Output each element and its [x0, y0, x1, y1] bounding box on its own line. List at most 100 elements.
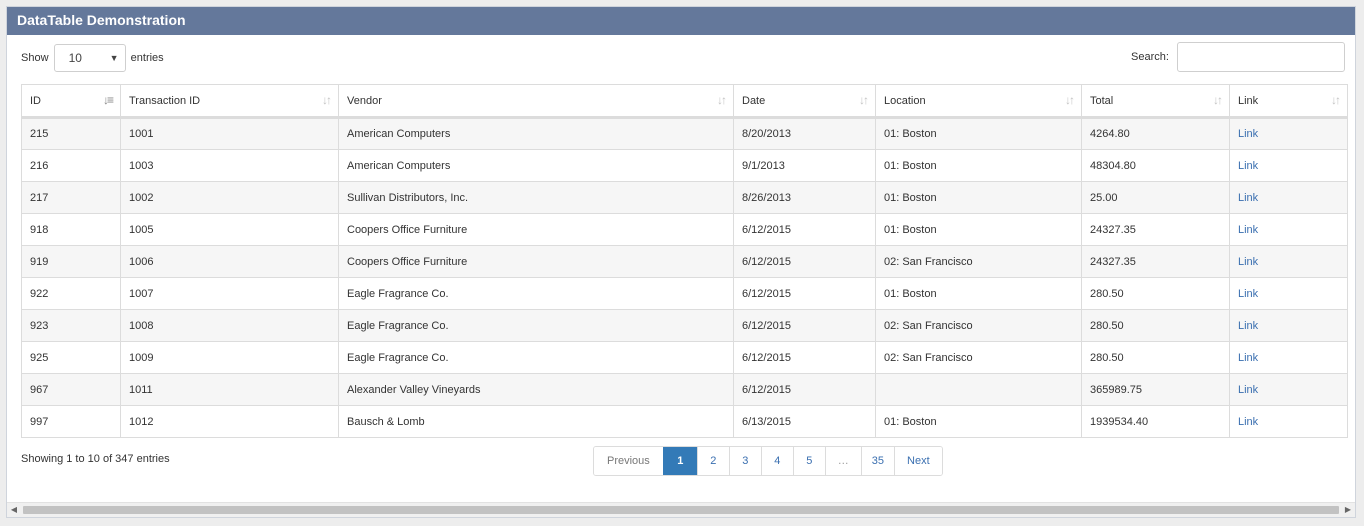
- scroll-right-icon[interactable]: ▶: [1341, 503, 1355, 517]
- page-button-2[interactable]: 2: [696, 447, 729, 475]
- cell-id: 967: [21, 373, 121, 406]
- cell-id: 215: [21, 117, 121, 150]
- row-link[interactable]: Link: [1238, 224, 1258, 236]
- page-button-1[interactable]: 1: [662, 447, 697, 475]
- cell-location: 01: Boston: [875, 213, 1082, 246]
- cell-date: 9/1/2013: [733, 149, 876, 182]
- sort-both-icon: ↓↑: [1213, 93, 1223, 107]
- cell-vendor: Eagle Fragrance Co.: [338, 309, 734, 342]
- cell-total: 24327.35: [1081, 245, 1230, 278]
- row-link[interactable]: Link: [1238, 192, 1258, 204]
- sort-both-icon: ↓↑: [859, 93, 869, 107]
- table-info: Showing 1 to 10 of 347 entries: [21, 453, 170, 465]
- column-header-label: Total: [1090, 94, 1114, 107]
- cell-total: 1939534.40: [1081, 405, 1230, 438]
- cell-transaction-id: 1008: [120, 309, 339, 342]
- row-link[interactable]: Link: [1238, 320, 1258, 332]
- cell-id: 217: [21, 181, 121, 214]
- cell-vendor: Coopers Office Furniture: [338, 245, 734, 278]
- horizontal-scrollbar[interactable]: ◀ ▶: [7, 502, 1355, 517]
- table-row: 922 1007 Eagle Fragrance Co. 6/12/2015 01: B…: [21, 277, 1348, 310]
- cell-total: 48304.80: [1081, 149, 1230, 182]
- cell-vendor: Alexander Valley Vineyards: [338, 373, 734, 406]
- cell-total: 4264.80: [1081, 117, 1230, 150]
- sort-both-icon: ↓↑: [717, 93, 727, 107]
- search-input[interactable]: [1177, 42, 1345, 73]
- table-row: 919 1006 Coopers Office Furniture 6/12/2015…: [21, 245, 1348, 278]
- cell-date: 6/12/2015: [733, 245, 876, 278]
- sort-both-icon: ↓↑: [322, 93, 332, 107]
- cell-location: 02: San Francisco: [875, 245, 1082, 278]
- column-header-link[interactable]: Link ↓↑: [1229, 84, 1348, 119]
- entries-length-select[interactable]: 10 ▼: [53, 44, 126, 73]
- page-button-last[interactable]: 35: [860, 447, 895, 475]
- row-link[interactable]: Link: [1238, 256, 1258, 268]
- column-header-label: Transaction ID: [129, 94, 201, 107]
- cell-vendor: Eagle Fragrance Co.: [338, 341, 734, 374]
- cell-link: Link: [1229, 117, 1348, 150]
- row-link[interactable]: Link: [1238, 352, 1258, 364]
- column-header-date[interactable]: Date ↓↑: [733, 84, 876, 119]
- column-header-id[interactable]: ID ↓≡: [21, 84, 121, 119]
- cell-date: 6/12/2015: [733, 373, 876, 406]
- table-row: 997 1012 Bausch & Lomb 6/13/2015 01: Boston 1…: [21, 405, 1348, 438]
- scroll-left-icon[interactable]: ◀: [7, 503, 21, 517]
- cell-location: 01: Boston: [875, 181, 1082, 214]
- pagination-ellipsis: …: [824, 447, 861, 475]
- cell-location: 02: San Francisco: [875, 309, 1082, 342]
- cell-vendor: Sullivan Distributors, Inc.: [338, 181, 734, 214]
- row-link[interactable]: Link: [1238, 288, 1258, 300]
- cell-vendor: American Computers: [338, 149, 734, 182]
- cell-date: 6/12/2015: [733, 277, 876, 310]
- cell-link: Link: [1229, 277, 1348, 310]
- column-header-label: Vendor: [347, 94, 382, 107]
- search-label: Search:: [1131, 51, 1169, 64]
- cell-vendor: Coopers Office Furniture: [338, 213, 734, 246]
- cell-transaction-id: 1002: [120, 181, 339, 214]
- cell-vendor: American Computers: [338, 117, 734, 150]
- cell-transaction-id: 1007: [120, 277, 339, 310]
- cell-vendor: Eagle Fragrance Co.: [338, 277, 734, 310]
- cell-link: Link: [1229, 245, 1348, 278]
- cell-location: 01: Boston: [875, 405, 1082, 438]
- cell-location: [875, 373, 1082, 406]
- page-button-5[interactable]: 5: [792, 447, 825, 475]
- table-row: 923 1008 Eagle Fragrance Co. 6/12/2015 02: S…: [21, 309, 1348, 342]
- next-button[interactable]: Next: [894, 447, 942, 475]
- cell-date: 6/13/2015: [733, 405, 876, 438]
- pagination: Previous 1 2 3 4 5… 35 Next: [593, 446, 943, 476]
- data-table: ID ↓≡ Transaction ID ↓↑ Vendor ↓↑ Date ↓↑ Locati…: [21, 84, 1348, 438]
- column-header-vendor[interactable]: Vendor ↓↑: [338, 84, 734, 119]
- show-label: Show: [21, 52, 49, 65]
- column-header-transaction-id[interactable]: Transaction ID ↓↑: [120, 84, 339, 119]
- row-link[interactable]: Link: [1238, 160, 1258, 172]
- cell-link: Link: [1229, 373, 1348, 406]
- cell-link: Link: [1229, 341, 1348, 374]
- cell-transaction-id: 1005: [120, 213, 339, 246]
- cell-date: 8/26/2013: [733, 181, 876, 214]
- row-link[interactable]: Link: [1238, 416, 1258, 428]
- page-button-4[interactable]: 4: [760, 447, 793, 475]
- row-link[interactable]: Link: [1238, 384, 1258, 396]
- table-row: 918 1005 Coopers Office Furniture 6/12/2015…: [21, 213, 1348, 246]
- cell-id: 923: [21, 309, 121, 342]
- cell-id: 918: [21, 213, 121, 246]
- cell-date: 8/20/2013: [733, 117, 876, 150]
- column-header-location[interactable]: Location ↓↑: [875, 84, 1082, 119]
- cell-transaction-id: 1012: [120, 405, 339, 438]
- column-header-total[interactable]: Total ↓↑: [1081, 84, 1230, 119]
- cell-location: 01: Boston: [875, 149, 1082, 182]
- cell-id: 922: [21, 277, 121, 310]
- row-link[interactable]: Link: [1238, 128, 1258, 140]
- cell-transaction-id: 1003: [120, 149, 339, 182]
- sort-both-icon: ↓↑: [1331, 93, 1341, 107]
- search-control: Search:: [1131, 42, 1345, 73]
- scrollbar-thumb[interactable]: [23, 506, 1339, 514]
- table-row: 215 1001 American Computers 8/20/2013 01: Bo…: [21, 117, 1348, 150]
- previous-button[interactable]: Previous: [594, 447, 663, 475]
- cell-transaction-id: 1011: [120, 373, 339, 406]
- datatable-panel: DataTable Demonstration Show 10 ▼ entrie…: [6, 6, 1356, 518]
- cell-location: 01: Boston: [875, 277, 1082, 310]
- cell-date: 6/12/2015: [733, 341, 876, 374]
- page-button-3[interactable]: 3: [728, 447, 761, 475]
